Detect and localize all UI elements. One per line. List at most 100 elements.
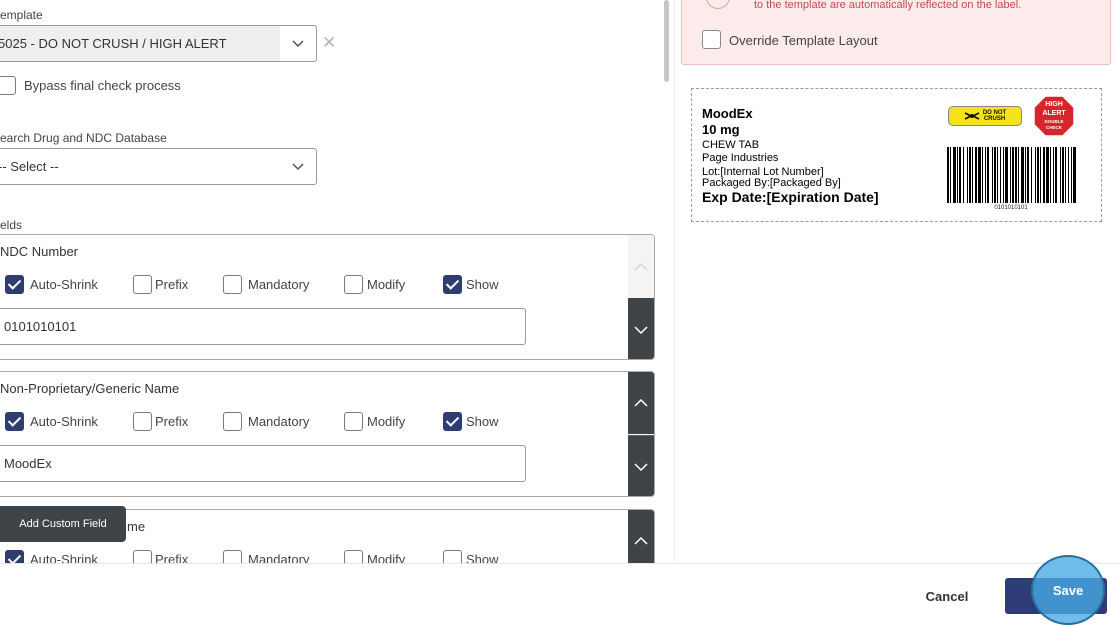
field-title: NDC Number	[0, 244, 79, 259]
field-card-generic-name: Non-Proprietary/Generic Name Auto-Shrink…	[0, 371, 655, 497]
prefix-checkbox[interactable]	[133, 412, 152, 431]
modify-checkbox[interactable]	[344, 550, 363, 563]
show-label: Show	[466, 552, 499, 563]
barcode-bar	[1043, 147, 1045, 203]
auto-shrink-checkbox[interactable]	[5, 550, 24, 563]
do-not-crush-sticker: DO NOT CRUSH	[948, 106, 1022, 126]
barcode-bar	[1005, 147, 1008, 203]
high-alert-line1: HIGH	[1045, 101, 1063, 108]
search-drug-select-value: -- Select --	[0, 159, 59, 174]
mandatory-label: Mandatory	[248, 277, 310, 292]
add-custom-field-button[interactable]: Add Custom Field	[0, 506, 126, 542]
barcode-bar	[947, 147, 949, 203]
barcode-bar	[972, 147, 973, 203]
search-drug-select[interactable]: -- Select --	[0, 148, 317, 185]
ndc-number-input[interactable]: 0101010101	[0, 308, 526, 345]
label-exp-date: Exp Date:[Expiration Date]	[702, 189, 879, 205]
barcode-bar	[975, 147, 977, 203]
do-not-crush-text: DO NOT CRUSH	[982, 110, 1007, 122]
barcode-bar	[1062, 147, 1064, 203]
barcode-bar	[982, 147, 983, 203]
show-checkbox[interactable]	[443, 275, 462, 294]
crushed-pill-icon	[964, 112, 980, 120]
label-drug-name: MoodEx	[702, 106, 753, 121]
generic-name-input[interactable]: MoodEx	[0, 445, 526, 482]
move-down-button[interactable]	[628, 435, 654, 496]
chevron-down-icon	[634, 463, 648, 471]
template-select-value: 5025 - DO NOT CRUSH / HIGH ALERT	[0, 36, 227, 51]
chevron-down-icon[interactable]	[280, 26, 316, 61]
barcode-bar	[1073, 147, 1076, 203]
barcode-bar	[1040, 147, 1041, 203]
chevron-down-icon[interactable]	[280, 149, 316, 184]
footer-bar: Cancel	[0, 563, 1120, 626]
mandatory-checkbox[interactable]	[223, 275, 242, 294]
prefix-label: Prefix	[155, 414, 189, 429]
override-label: Override Template Layout	[729, 33, 878, 48]
modify-label: Modify	[367, 277, 406, 292]
barcode-bar	[978, 147, 981, 203]
move-up-button[interactable]	[628, 235, 654, 298]
barcode-bar	[1025, 147, 1026, 203]
barcode-bar	[1046, 147, 1049, 203]
template-alert: to the template are automatically reflec…	[681, 0, 1111, 65]
barcode-bar	[1053, 147, 1054, 203]
scrollbar-thumb[interactable]	[664, 0, 669, 82]
high-alert-line3: DOUBLE	[1045, 119, 1064, 124]
barcode-bar	[1065, 147, 1066, 203]
barcode-bar	[1055, 147, 1057, 203]
modify-checkbox[interactable]	[344, 275, 363, 294]
template-label: emplate	[0, 8, 43, 22]
barcode-bar	[950, 147, 951, 203]
barcode-bar	[992, 147, 993, 203]
auto-shrink-checkbox[interactable]	[5, 412, 24, 431]
panel-divider	[674, 0, 675, 563]
show-checkbox[interactable]	[443, 412, 462, 431]
barcode-bar	[1003, 147, 1004, 203]
label-strength: 10 mg	[702, 122, 740, 137]
mandatory-label: Mandatory	[248, 414, 310, 429]
template-select[interactable]: 5025 - DO NOT CRUSH / HIGH ALERT	[0, 25, 317, 62]
auto-shrink-checkbox[interactable]	[5, 275, 24, 294]
modify-label: Modify	[367, 552, 406, 563]
barcode-bar	[953, 147, 956, 203]
cancel-button[interactable]: Cancel	[914, 580, 980, 612]
barcode-bar	[1015, 147, 1017, 203]
search-drug-label: earch Drug and NDC Database	[0, 131, 167, 145]
barcode-bar	[1037, 147, 1039, 203]
bypass-checkbox[interactable]	[0, 76, 16, 95]
prefix-checkbox[interactable]	[133, 550, 152, 563]
barcode-bar	[1012, 147, 1014, 203]
override-checkbox[interactable]	[702, 30, 721, 49]
high-alert-line2: ALERT	[1042, 110, 1066, 117]
barcode-bar	[997, 147, 998, 203]
barcode-bar	[1031, 147, 1032, 203]
alert-icon	[706, 0, 730, 9]
modify-checkbox[interactable]	[344, 412, 363, 431]
move-up-button[interactable]	[628, 510, 654, 563]
template-editor-panel: emplate 5025 - DO NOT CRUSH / HIGH ALERT…	[0, 0, 672, 563]
move-down-button[interactable]	[628, 298, 654, 359]
label-preview: MoodEx 10 mg CHEW TAB Page Industries Lo…	[691, 88, 1102, 222]
barcode-bar	[963, 147, 964, 203]
chevron-up-icon	[634, 537, 648, 545]
barcode-bar	[1021, 147, 1024, 203]
barcode-bar	[1000, 147, 1001, 203]
fields-label: elds	[0, 218, 23, 232]
mandatory-checkbox[interactable]	[223, 550, 242, 563]
barcode-bar	[987, 147, 989, 203]
prefix-checkbox[interactable]	[133, 275, 152, 294]
alert-text: to the template are automatically reflec…	[754, 0, 1022, 11]
mandatory-label: Mandatory	[248, 552, 310, 563]
save-button-highlight[interactable]: Save	[1031, 555, 1105, 625]
high-alert-line4: CHECK	[1046, 125, 1063, 130]
barcode-bar	[1035, 147, 1036, 203]
high-alert-octagon-icon: HIGH ALERT DOUBLE CHECK	[1033, 95, 1075, 137]
clear-template-icon[interactable]: ✕	[322, 34, 336, 51]
auto-shrink-label: Auto-Shrink	[30, 552, 98, 563]
prefix-label: Prefix	[155, 552, 189, 563]
move-up-button[interactable]	[628, 372, 654, 434]
show-checkbox[interactable]	[443, 550, 462, 563]
mandatory-checkbox[interactable]	[223, 412, 242, 431]
label-form: CHEW TAB	[702, 139, 760, 151]
